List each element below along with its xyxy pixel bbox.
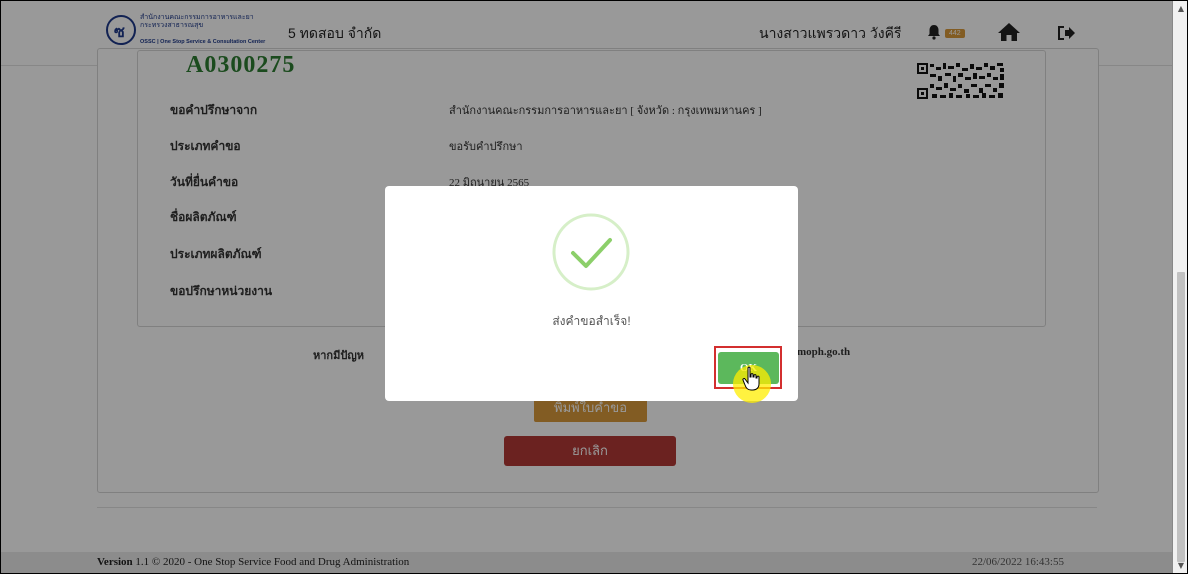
scroll-up-icon[interactable]: ▲	[1178, 4, 1184, 13]
scroll-thumb[interactable]	[1177, 272, 1185, 562]
scroll-down-icon[interactable]: ▼	[1178, 561, 1184, 570]
hand-cursor-icon	[742, 366, 760, 391]
success-message: ส่งคำขอสำเร็จ!	[552, 314, 631, 328]
checkmark-icon	[552, 213, 630, 291]
